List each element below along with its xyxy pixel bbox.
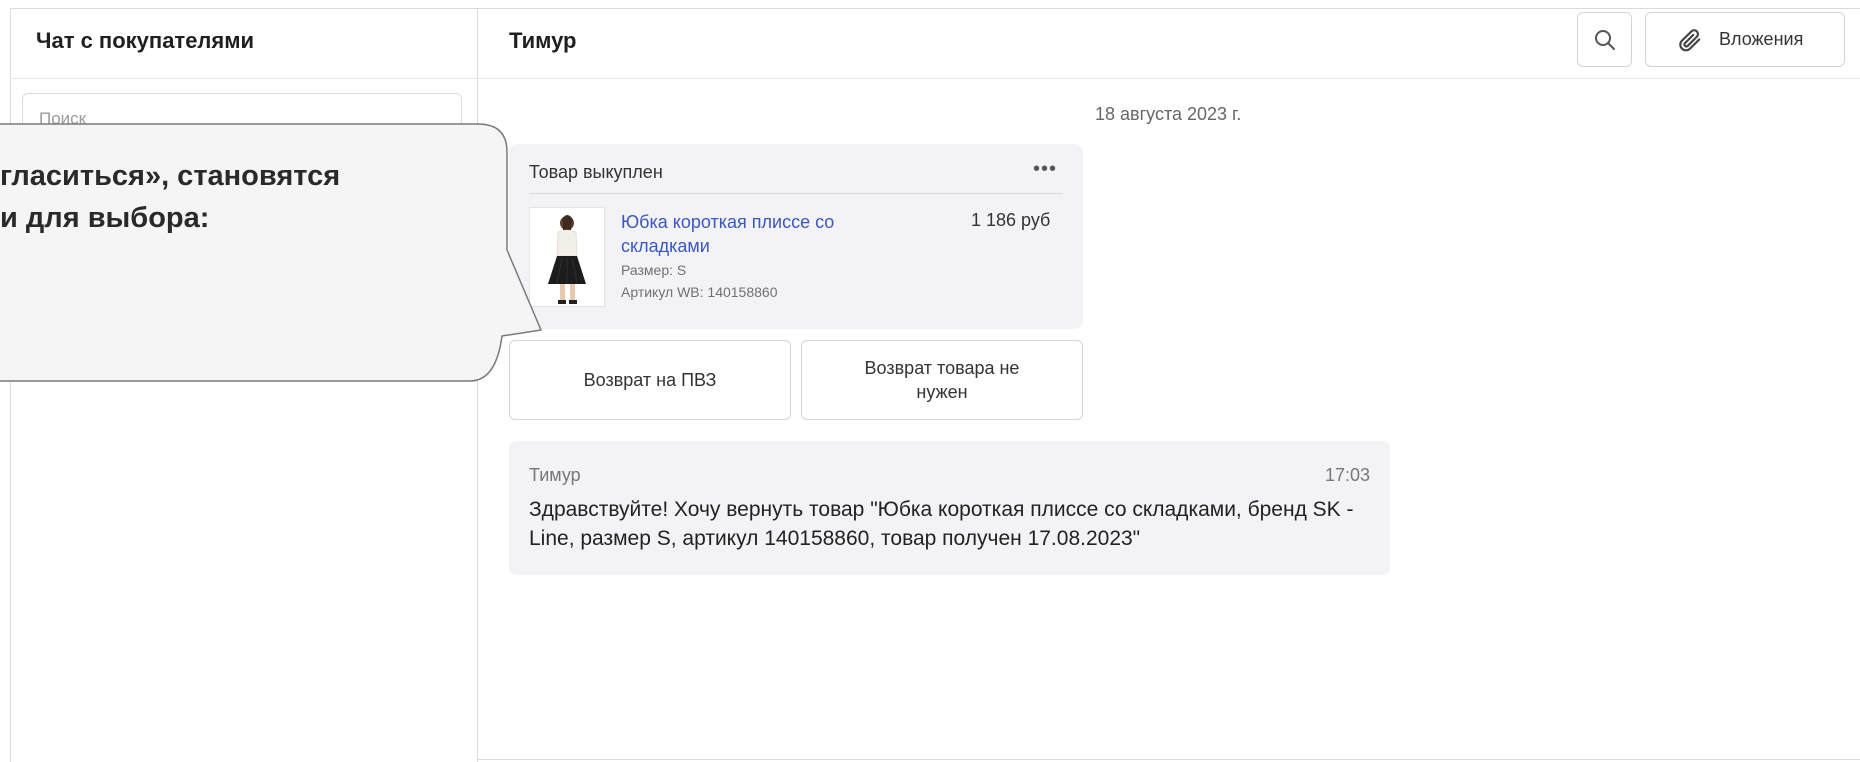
callout-text: гласиться», становятся и для выбора: [0,155,480,239]
card-divider [529,193,1063,194]
product-sku: Артикул WB: 140158860 [621,284,778,300]
product-card: Товар выкуплен ••• Юбка короткая плиссе … [509,144,1083,329]
message-time: 17:03 [1324,465,1370,485]
paperclip-icon [1679,28,1701,51]
product-price: 1 186 руб [971,210,1051,230]
more-options-icon[interactable]: ••• [1033,158,1057,181]
callout-line-1: гласиться», становятся [0,160,341,192]
attachments-label: Вложения [1719,29,1804,49]
search-icon [1594,29,1615,50]
return-not-needed-button[interactable]: Возврат товара не нужен [801,340,1083,420]
message-bubble: Тимур 17:03 Здравствуйте! Хочу вернуть т… [509,441,1390,575]
date-separator: 18 августа 2023 г. [1095,104,1242,124]
callout-line-2: и для выбора: [0,202,210,234]
chat-search-button[interactable] [1577,12,1632,67]
attachments-button[interactable]: Вложения [1645,12,1845,67]
product-name-link[interactable]: Юбка короткая плиссе со складками [621,210,881,258]
message-text: Здравствуйте! Хочу вернуть товар "Юбка к… [529,498,1354,550]
chat-screen: Чат с покупателями Тимур Вложения 18 авг… [0,0,1860,762]
frame-bottom-border [478,759,1860,760]
message-author: Тимур [529,465,581,485]
product-size: Размер: S [621,262,687,278]
